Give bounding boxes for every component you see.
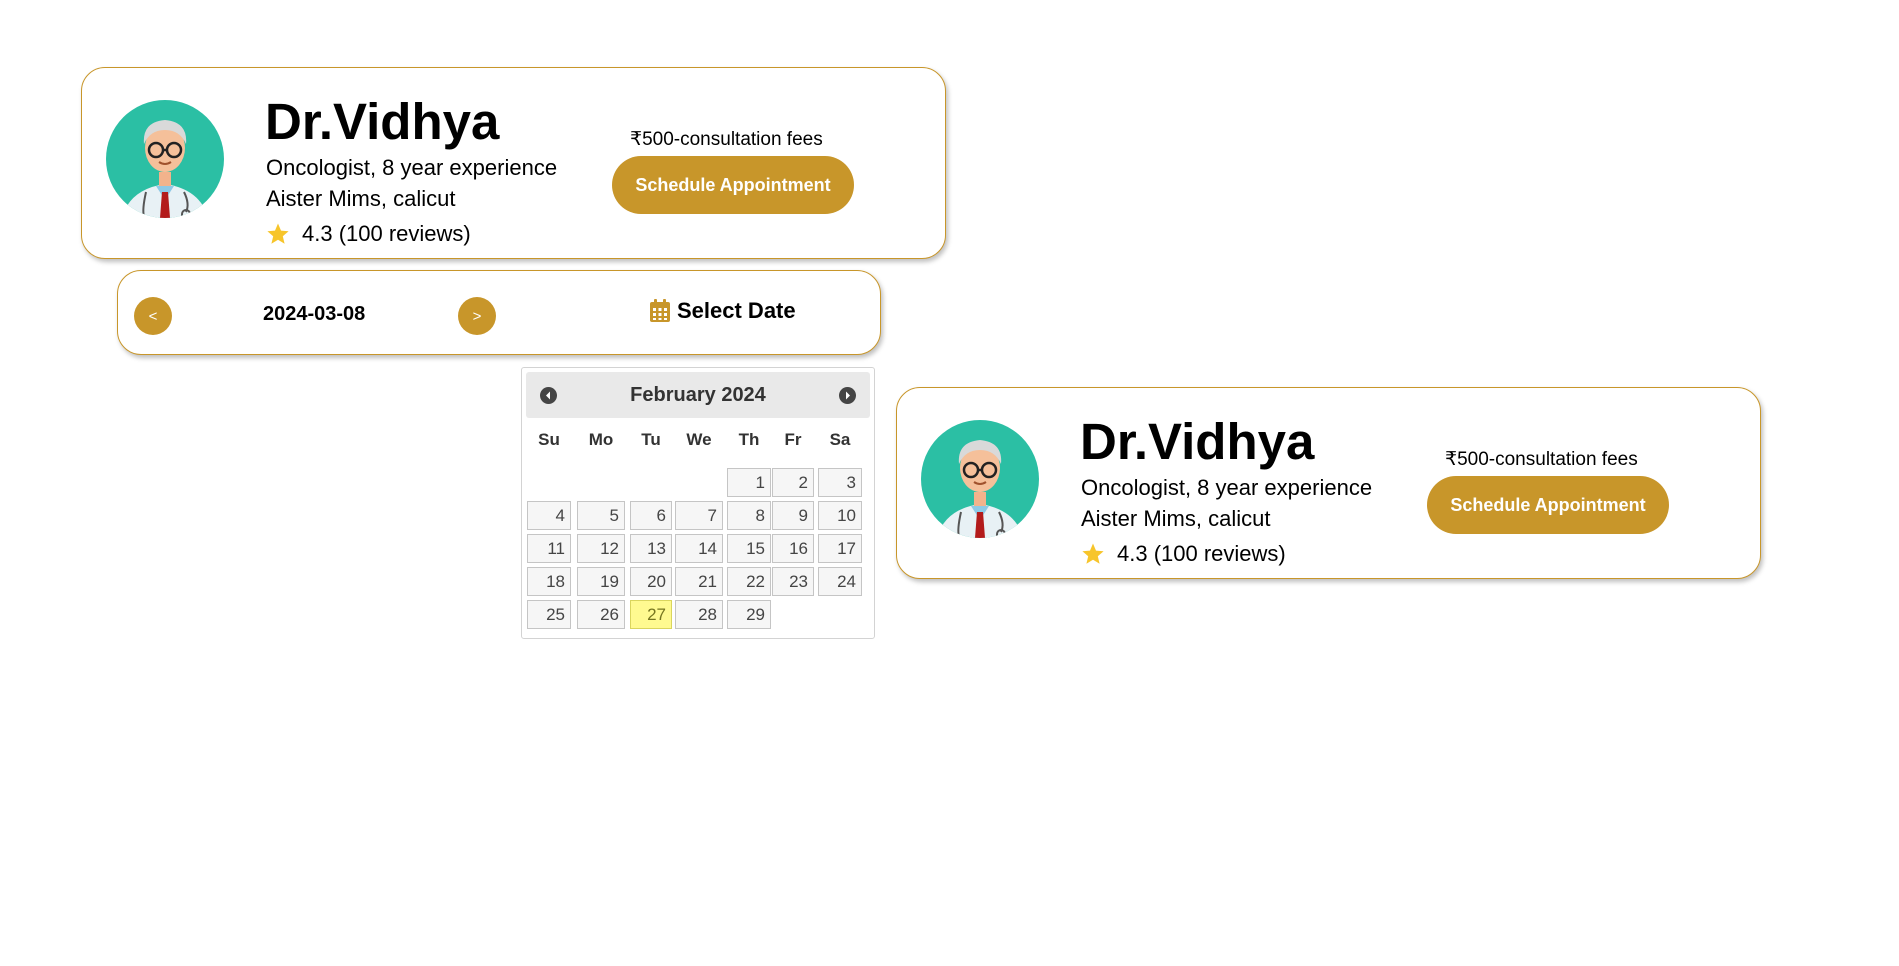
weekday-label: Fr: [784, 430, 802, 449]
calendar-day[interactable]: 17: [818, 534, 862, 563]
datepicker-header: February 2024: [526, 372, 870, 418]
calendar-day[interactable]: 7: [675, 501, 723, 530]
doctor-hospital: Aister Mims, calicut: [1081, 506, 1271, 531]
schedule-appointment-button[interactable]: Schedule Appointment: [1427, 476, 1669, 534]
doctor-card: Dr.Vidhya Oncologist, 8 year experience …: [81, 67, 946, 259]
calendar-day[interactable]: 9: [772, 501, 814, 530]
weekday-label: Mo: [588, 430, 614, 449]
calendar-day[interactable]: 4: [527, 501, 571, 530]
doctor-specialty: Oncologist, 8 year experience: [266, 155, 558, 180]
consultation-fees: ₹500-consultation fees: [630, 129, 823, 150]
calendar-day[interactable]: 18: [527, 567, 571, 596]
select-date-button[interactable]: Select Date: [649, 297, 796, 325]
previous-date-button[interactable]: <: [134, 297, 172, 335]
calendar-day-today[interactable]: 27: [630, 600, 672, 629]
calendar-day[interactable]: 5: [577, 501, 625, 530]
rating-text: 4.3 (100 reviews): [1117, 541, 1286, 566]
calendar-day[interactable]: 28: [675, 600, 723, 629]
consultation-fees: ₹500-consultation fees: [1445, 449, 1638, 470]
doctor-hospital: Aister Mims, calicut: [266, 186, 456, 211]
calendar-day[interactable]: 6: [630, 501, 672, 530]
calendar-day[interactable]: 11: [527, 534, 571, 563]
weekday-label: Sa: [829, 430, 851, 449]
calendar-day[interactable]: 2: [772, 468, 814, 497]
weekday-label: Tu: [641, 430, 661, 449]
datepicker: February 2024 Su Mo Tu We Th Fr Sa 1 2 3 4 5 6 7 8 9 10…: [521, 367, 875, 639]
calendar-day[interactable]: 10: [818, 501, 862, 530]
current-date: 2024-03-08: [263, 303, 366, 325]
calendar-day[interactable]: 26: [577, 600, 625, 629]
doctor-specialty: Oncologist, 8 year experience: [1081, 475, 1373, 500]
calendar-day[interactable]: 3: [818, 468, 862, 497]
calendar-day[interactable]: 1: [727, 468, 771, 497]
doctor-avatar-icon: [921, 420, 1039, 548]
calendar-day[interactable]: 25: [527, 600, 571, 629]
calendar-day[interactable]: 14: [675, 534, 723, 563]
doctor-avatar-icon: [106, 100, 224, 228]
calendar-day[interactable]: 8: [727, 501, 771, 530]
calendar-day[interactable]: 13: [630, 534, 672, 563]
rating-text: 4.3 (100 reviews): [302, 221, 471, 246]
star-icon: [1081, 542, 1105, 566]
datepicker-month-title: February 2024: [630, 384, 766, 406]
schedule-appointment-button[interactable]: Schedule Appointment: [612, 156, 854, 214]
calendar-day[interactable]: 24: [818, 567, 862, 596]
weekday-label: Su: [538, 430, 560, 449]
date-navigation-bar: < 2024-03-08 > Select Date: [117, 270, 881, 355]
calendar-icon: [650, 299, 670, 322]
weekday-label: We: [686, 430, 712, 449]
doctor-name: Dr.Vidhya: [265, 93, 500, 150]
star-icon: [266, 222, 290, 246]
doctor-rating: 4.3 (100 reviews): [1081, 540, 1286, 568]
calendar-day[interactable]: 19: [577, 567, 625, 596]
calendar-day[interactable]: 22: [727, 567, 771, 596]
calendar-day[interactable]: 15: [727, 534, 771, 563]
calendar-day[interactable]: 12: [577, 534, 625, 563]
next-date-button[interactable]: >: [458, 297, 496, 335]
select-date-label: Select Date: [677, 298, 796, 323]
doctor-card: Dr.Vidhya Oncologist, 8 year experience …: [896, 387, 1761, 579]
doctor-name: Dr.Vidhya: [1080, 413, 1315, 470]
doctor-rating: 4.3 (100 reviews): [266, 220, 471, 248]
chevron-right-icon: [846, 391, 850, 400]
next-month-button[interactable]: [839, 387, 856, 404]
calendar-day[interactable]: 23: [772, 567, 814, 596]
calendar-day[interactable]: 29: [727, 600, 771, 629]
calendar-day[interactable]: 21: [675, 567, 723, 596]
weekday-label: Th: [738, 430, 760, 449]
calendar-day[interactable]: 20: [630, 567, 672, 596]
calendar-day[interactable]: 16: [772, 534, 814, 563]
